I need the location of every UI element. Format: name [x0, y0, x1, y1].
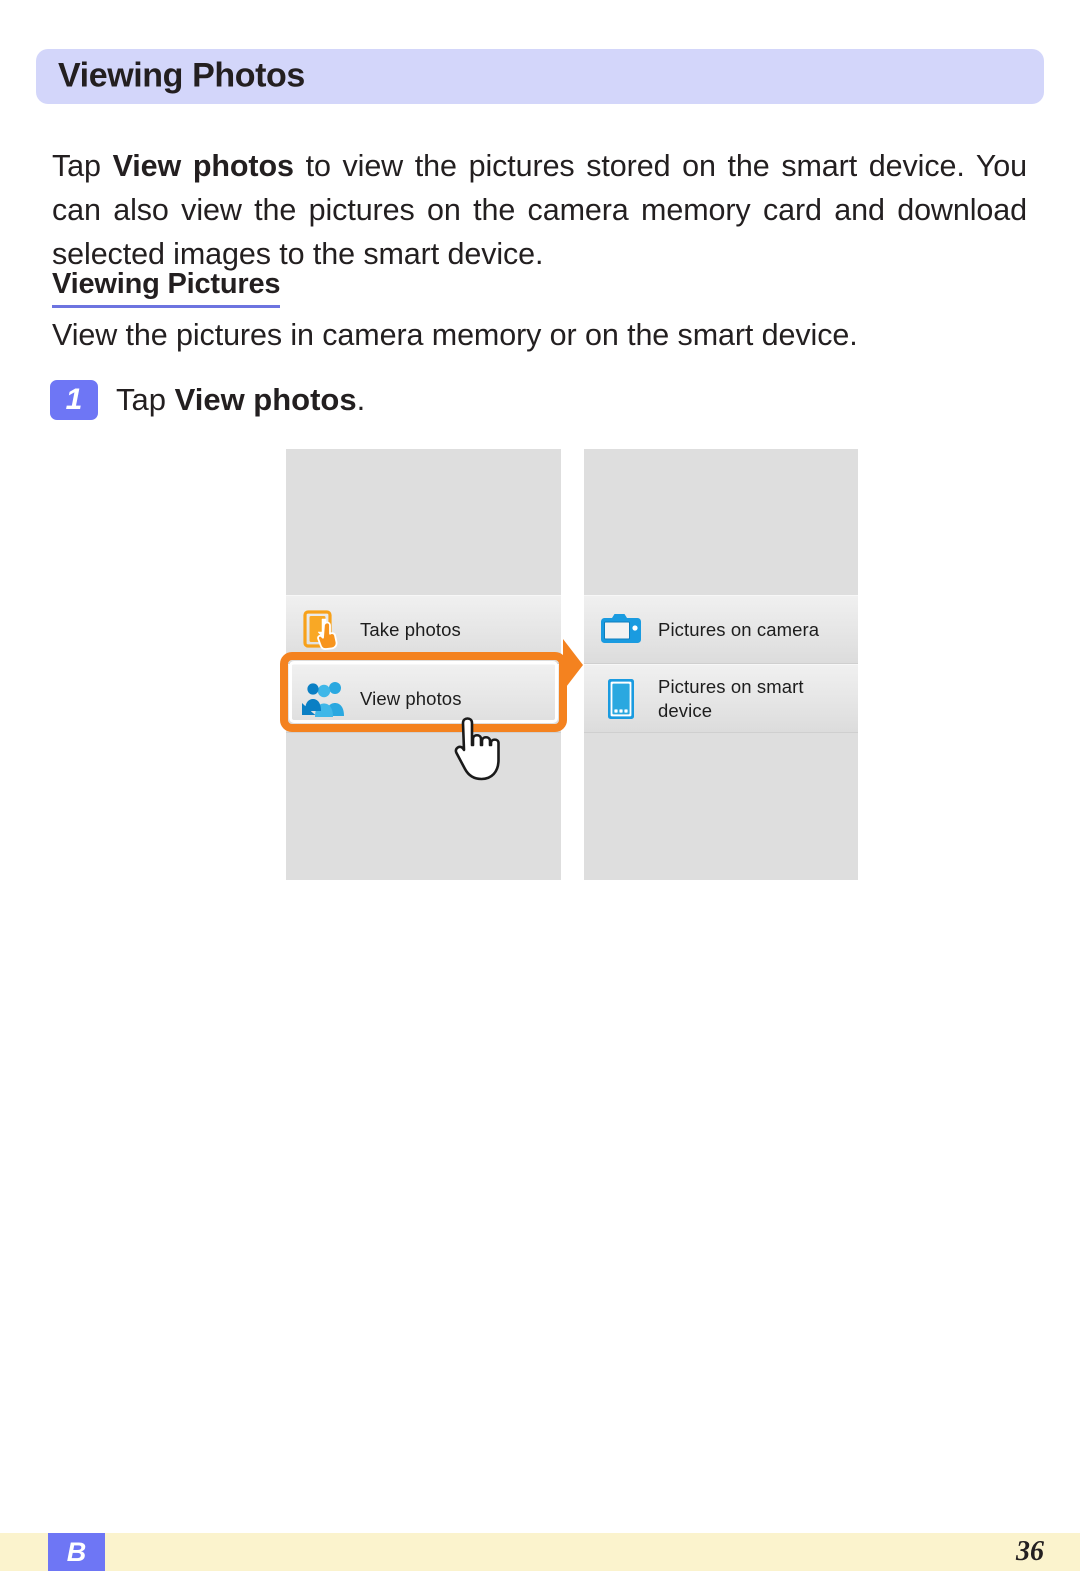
menu-item-pictures-on-camera[interactable]: Pictures on camera	[584, 595, 858, 664]
menu-list-left: Take photos View photos	[286, 595, 561, 733]
smart-device-icon	[584, 677, 658, 721]
flow-arrow-icon	[561, 637, 585, 693]
menu-item-take-photos[interactable]: Take photos	[286, 595, 561, 664]
intro-paragraph: Tap View photos to view the pictures sto…	[52, 144, 1027, 276]
menu-item-view-photos[interactable]: View photos	[286, 664, 561, 733]
menu-item-label: Pictures on camera	[658, 619, 820, 640]
step-tail: .	[356, 382, 366, 417]
menu-list-right: Pictures on camera Pictures on smart devi…	[584, 595, 858, 733]
tap-hand-cursor-icon	[445, 705, 515, 785]
app-screenshot-left: Take photos View photos	[280, 449, 567, 880]
menu-item-label: Take photos	[360, 619, 461, 640]
intro-bold-term: View photos	[112, 148, 294, 183]
app-screenshot-right: Pictures on camera Pictures on smart devi…	[584, 449, 858, 880]
step-instruction: Tap View photos.	[116, 382, 365, 418]
tap-device-hand-icon	[286, 609, 360, 650]
page-title: Viewing Photos	[58, 56, 305, 95]
step-1: 1 Tap View photos.	[50, 380, 365, 420]
section-description: View the pictures in camera memory or on…	[52, 318, 858, 352]
camera-icon	[584, 613, 658, 647]
menu-item-label-line1: Pictures on smart	[658, 675, 804, 697]
intro-lead: Tap	[52, 148, 113, 183]
footer-band	[0, 1533, 1080, 1571]
step-lead: Tap	[116, 382, 175, 417]
footer-section-tab: B	[48, 1533, 105, 1571]
menu-item-label: Pictures on smart device	[658, 675, 804, 723]
menu-item-label-line2: device	[658, 699, 713, 721]
page-number: 36	[1016, 1536, 1044, 1567]
section-heading: Viewing Pictures	[52, 268, 281, 308]
step-bold-term: View photos	[174, 382, 357, 417]
step-number-badge: 1	[50, 380, 98, 420]
people-group-icon	[286, 679, 360, 719]
menu-item-pictures-on-smart-device[interactable]: Pictures on smart device	[584, 664, 858, 733]
page-title-bar: Viewing Photos	[36, 49, 1044, 104]
